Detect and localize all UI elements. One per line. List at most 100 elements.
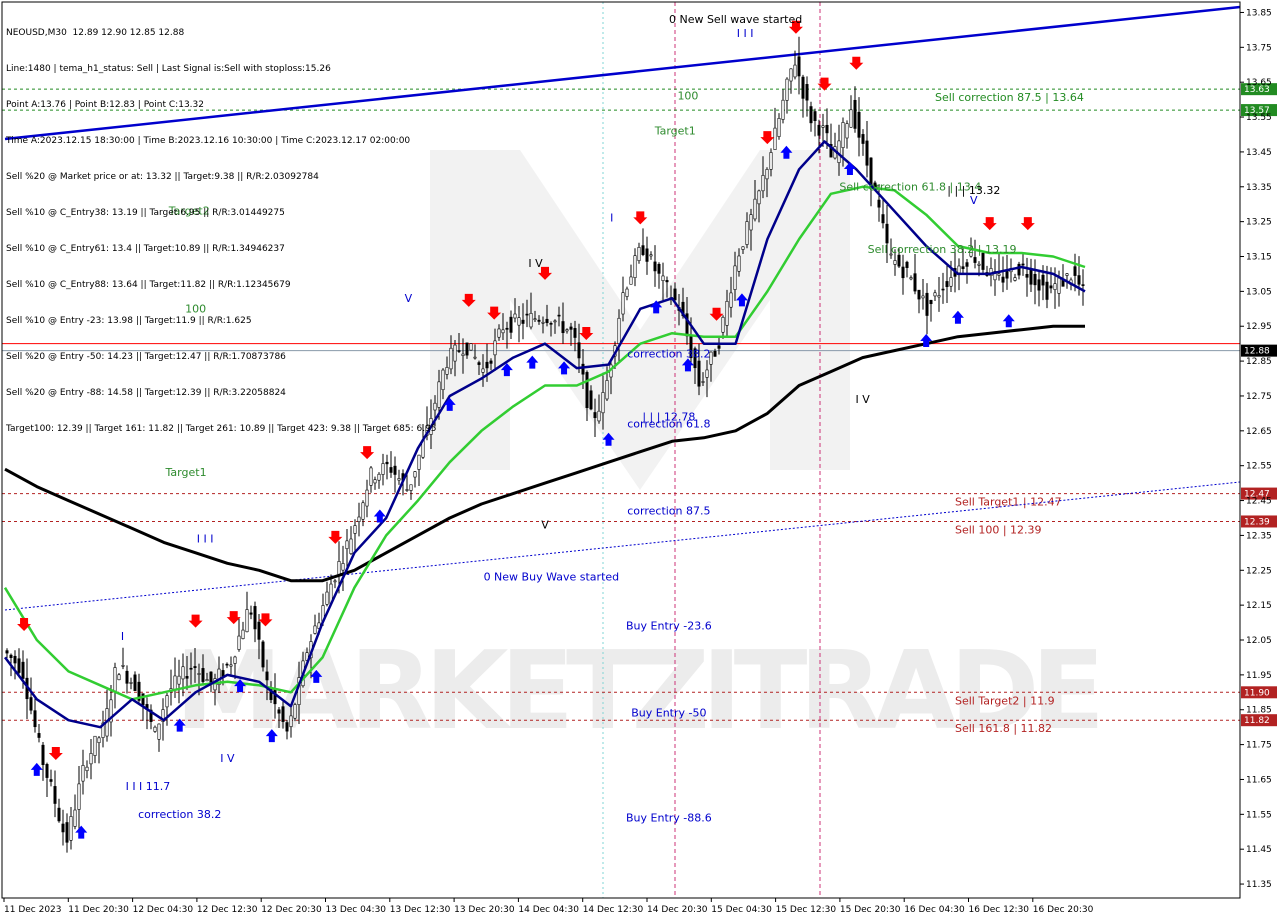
x-tick-label: 16 Dec 12:30 bbox=[969, 905, 1030, 915]
bull-candle bbox=[85, 766, 89, 772]
bear-candle bbox=[853, 99, 857, 129]
bull-candle bbox=[705, 369, 709, 378]
bear-candle bbox=[917, 289, 921, 300]
bull-candle bbox=[621, 292, 625, 315]
bull-candle bbox=[513, 313, 517, 319]
bear-candle bbox=[805, 84, 809, 101]
bear-candle bbox=[817, 124, 821, 136]
y-tick-label: 13.75 bbox=[1246, 43, 1272, 53]
bear-candle bbox=[33, 710, 37, 728]
y-tick-label: 12.25 bbox=[1246, 566, 1272, 576]
bear-candle bbox=[41, 744, 45, 766]
bear-candle bbox=[477, 362, 481, 365]
bear-candle bbox=[1073, 266, 1077, 276]
chart-annotation: I V bbox=[856, 393, 871, 406]
bull-candle bbox=[997, 273, 1001, 276]
bull-candle bbox=[769, 152, 773, 170]
info-line: Line:1480 | tema_h1_status: Sell | Last … bbox=[6, 64, 331, 74]
bull-candle bbox=[765, 169, 769, 180]
bear-candle bbox=[1033, 273, 1037, 286]
y-tick-label: 12.15 bbox=[1246, 601, 1272, 611]
bear-candle bbox=[545, 318, 549, 324]
y-tick-label: 12.55 bbox=[1246, 462, 1272, 472]
bear-candle bbox=[585, 372, 589, 409]
bear-candle bbox=[13, 655, 17, 664]
bear-candle bbox=[589, 390, 593, 410]
x-tick-label: 15 Dec 20:30 bbox=[840, 905, 901, 915]
bull-candle bbox=[165, 695, 169, 708]
x-tick-label: 15 Dec 12:30 bbox=[776, 905, 837, 915]
bull-candle bbox=[461, 353, 465, 356]
bear-candle bbox=[797, 56, 801, 77]
symbol-line: NEOUSD,M30 12.89 12.90 12.85 12.88 bbox=[6, 28, 185, 38]
bull-candle bbox=[473, 356, 477, 359]
bull-candle bbox=[405, 489, 409, 491]
bull-candle bbox=[417, 454, 421, 470]
bull-candle bbox=[601, 392, 605, 414]
bear-candle bbox=[1049, 285, 1053, 289]
bull-candle bbox=[181, 666, 185, 680]
bear-candle bbox=[489, 360, 493, 364]
bear-candle bbox=[389, 467, 393, 473]
bull-candle bbox=[113, 667, 117, 692]
bull-candle bbox=[725, 300, 729, 326]
bear-candle bbox=[1041, 274, 1045, 286]
chart-annotation: I I I 11.7 bbox=[126, 780, 171, 793]
bull-candle bbox=[441, 369, 445, 391]
bear-candle bbox=[261, 641, 265, 668]
bull-candle bbox=[785, 78, 789, 101]
bull-candle bbox=[365, 489, 369, 507]
bear-candle bbox=[285, 722, 289, 732]
y-tick-label: 11.85 bbox=[1246, 706, 1272, 716]
bull-candle bbox=[177, 675, 181, 685]
bear-candle bbox=[1081, 284, 1085, 286]
bull-candle bbox=[933, 292, 937, 297]
y-tick-label: 13.25 bbox=[1246, 218, 1272, 228]
bear-candle bbox=[185, 676, 189, 679]
x-tick-label: 14 Dec 04:30 bbox=[518, 905, 579, 915]
bull-candle bbox=[413, 471, 417, 478]
bull-candle bbox=[381, 463, 385, 475]
bear-candle bbox=[1017, 263, 1021, 276]
bull-candle bbox=[333, 580, 337, 583]
chart-annotation: correction 87.5 bbox=[627, 504, 710, 517]
chart-annotation: V bbox=[970, 194, 978, 207]
info-line: Sell %10 @ C_Entry88: 13.64 || Target:11… bbox=[6, 280, 291, 290]
bull-candle bbox=[617, 317, 621, 344]
bull-candle bbox=[229, 664, 233, 667]
bull-candle bbox=[237, 635, 241, 650]
bear-candle bbox=[1045, 281, 1049, 300]
bull-candle bbox=[81, 765, 85, 782]
y-tick-label: 13.55 bbox=[1246, 113, 1272, 123]
bull-candle bbox=[837, 140, 841, 163]
info-line: Sell %20 @ Market price or at: 13.32 || … bbox=[6, 172, 319, 182]
bull-candle bbox=[957, 265, 961, 274]
x-tick-label: 12 Dec 04:30 bbox=[133, 905, 194, 915]
x-tick-label: 13 Dec 20:30 bbox=[454, 905, 515, 915]
bear-candle bbox=[9, 654, 13, 658]
bear-candle bbox=[549, 323, 553, 325]
bull-candle bbox=[493, 340, 497, 356]
x-tick-label: 12 Dec 12:30 bbox=[197, 905, 258, 915]
bull-candle bbox=[129, 682, 133, 684]
bear-candle bbox=[385, 461, 389, 465]
bear-candle bbox=[641, 245, 645, 255]
bull-candle bbox=[481, 368, 485, 373]
bull-candle bbox=[605, 380, 609, 400]
bull-candle bbox=[1053, 283, 1057, 290]
bear-candle bbox=[973, 257, 977, 263]
bull-candle bbox=[205, 679, 209, 682]
bull-candle bbox=[341, 563, 345, 571]
bear-candle bbox=[57, 807, 61, 822]
y-tick-label: 13.35 bbox=[1246, 183, 1272, 193]
bull-candle bbox=[761, 175, 765, 192]
chart-annotation: I V bbox=[528, 257, 543, 270]
bear-candle bbox=[189, 667, 193, 670]
y-tick-label: 13.15 bbox=[1246, 253, 1272, 263]
chart-annotation: 0 New Buy Wave started bbox=[484, 571, 620, 584]
bull-candle bbox=[173, 675, 177, 690]
bear-candle bbox=[29, 697, 33, 711]
bull-candle bbox=[349, 538, 353, 554]
bull-candle bbox=[117, 674, 121, 681]
y-tick-label: 11.65 bbox=[1246, 775, 1272, 785]
